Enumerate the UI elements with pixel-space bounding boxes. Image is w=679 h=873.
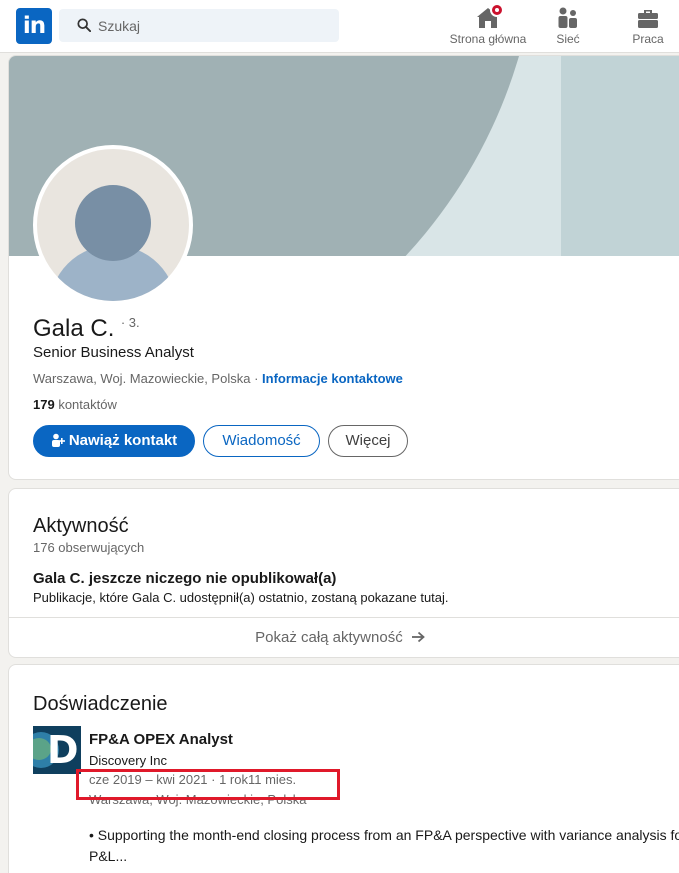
connections-count: 179 — [33, 397, 55, 412]
contact-info-link[interactable]: Informacje kontaktowe — [262, 371, 403, 386]
nav-jobs[interactable]: Praca — [628, 0, 668, 53]
activity-divider — [9, 617, 679, 618]
connect-button[interactable]: Nawiąż kontakt — [33, 425, 195, 457]
avatar-head-shape — [75, 185, 151, 261]
more-button[interactable]: Więcej — [328, 425, 408, 457]
top-navigation: in Strona główna Sieć Praca — [0, 0, 679, 53]
avatar[interactable] — [33, 145, 193, 305]
job-description: • Supporting the month-end closing proce… — [89, 827, 679, 864]
message-button[interactable]: Wiadomość — [203, 425, 320, 457]
highlight-box — [76, 769, 340, 800]
activity-empty-description: Publikacje, które Gala C. udostępnił(a) … — [33, 590, 449, 605]
logo-d-shape: D — [47, 728, 79, 772]
nav-home-label: Strona główna — [449, 32, 527, 46]
add-person-icon — [51, 433, 65, 447]
location-separator: · — [250, 371, 263, 386]
nav-jobs-label: Praca — [632, 32, 664, 46]
profile-location: Warszawa, Woj. Mazowieckie, Polska — [33, 371, 251, 386]
connections-label: kontaktów — [58, 397, 117, 412]
nav-network[interactable]: Sieć — [546, 0, 590, 53]
job-title[interactable]: FP&A OPEX Analyst — [89, 731, 233, 748]
name-row: Gala C. · 3. — [33, 315, 140, 343]
activity-empty-title: Gala C. jeszcze niczego nie opublikował(… — [33, 570, 337, 587]
profile-name: Gala C. — [33, 315, 115, 342]
profile-headline: Senior Business Analyst — [33, 344, 194, 361]
network-icon — [558, 7, 577, 28]
followers-count: 176 obserwujących — [33, 540, 145, 555]
company-logo[interactable]: D — [33, 726, 81, 774]
arrow-right-icon — [411, 631, 425, 643]
search-bar[interactable] — [59, 9, 339, 42]
nav-home[interactable]: Strona główna — [447, 0, 529, 53]
briefcase-icon — [638, 10, 658, 28]
connect-button-label: Nawiąż kontakt — [68, 432, 178, 449]
activity-card: Aktywność 176 obserwujących Gala C. jesz… — [8, 488, 679, 658]
cover-right-band — [561, 56, 679, 256]
company-name: Discovery Inc — [89, 753, 168, 768]
connection-degree: · 3. — [120, 315, 140, 330]
experience-title: Doświadczenie — [33, 693, 168, 715]
show-all-activity-link[interactable]: Pokaż całą aktywność — [9, 629, 671, 646]
notification-badge — [490, 3, 504, 17]
search-icon — [77, 18, 91, 32]
nav-network-label: Sieć — [556, 32, 580, 46]
search-input[interactable] — [98, 9, 328, 42]
profile-location-row: Warszawa, Woj. Mazowieckie, Polska · Inf… — [33, 371, 403, 386]
linkedin-logo[interactable]: in — [16, 8, 52, 44]
activity-title: Aktywność — [33, 515, 129, 537]
experience-card: Doświadczenie D FP&A OPEX Analyst Discov… — [8, 664, 679, 873]
connections-count-row[interactable]: 179 kontaktów — [33, 397, 117, 412]
profile-card: Gala C. · 3. Senior Business Analyst War… — [8, 55, 679, 480]
show-all-activity-label: Pokaż całą aktywność — [255, 629, 403, 646]
